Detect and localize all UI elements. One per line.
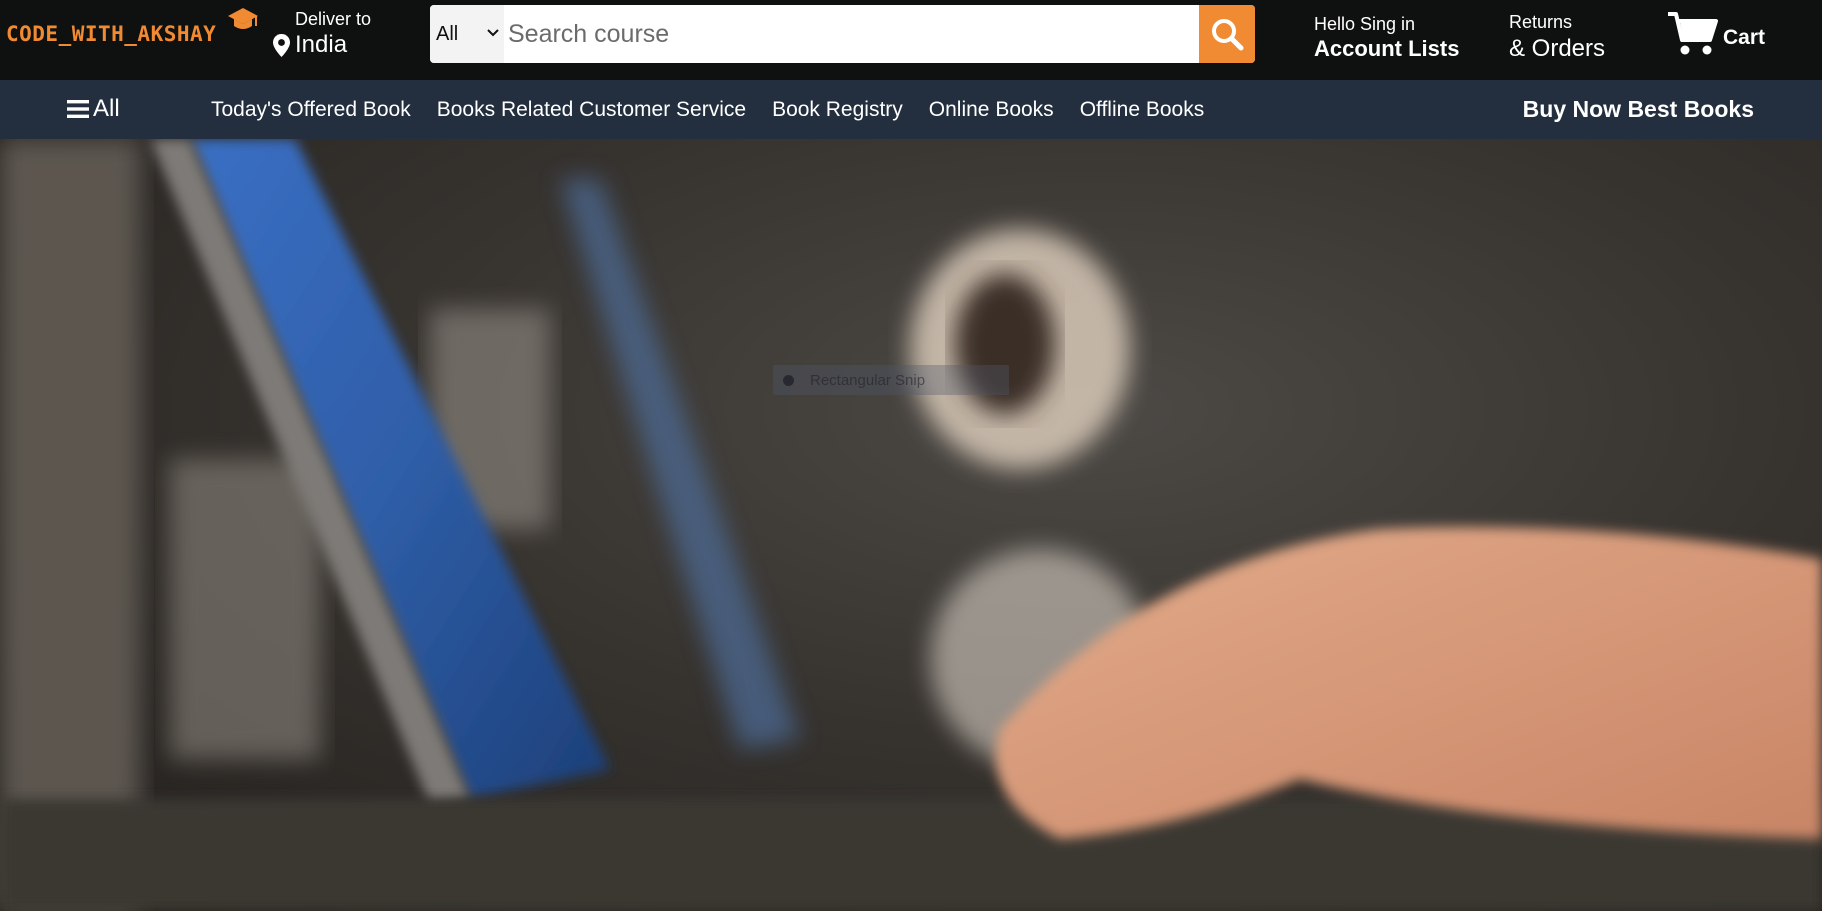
hero-banner: Rectangular Snip [0, 139, 1822, 911]
snip-label: Rectangular Snip [810, 371, 926, 389]
cart-icon [1668, 12, 1718, 55]
top-navbar: CODE_WITH_AKSHAY Deliver to India All Se… [0, 0, 1822, 80]
search-icon [1212, 19, 1244, 51]
account-lists: Account Lists [1314, 36, 1460, 61]
nav-link-offline-books[interactable]: Offline Books [1080, 98, 1205, 122]
account-greeting: Hello Sing in [1314, 14, 1416, 34]
account-menu[interactable]: Hello Sing in Account Lists [1314, 14, 1459, 62]
deliver-label: Deliver to [295, 9, 372, 29]
all-menu-button[interactable]: All [67, 95, 120, 123]
graduation-cap-icon [228, 8, 258, 29]
returns-orders[interactable]: Returns & Orders [1509, 12, 1605, 63]
search-input[interactable] [504, 5, 1199, 63]
search-category-value: All [436, 22, 459, 45]
orders-label: & Orders [1509, 35, 1606, 62]
all-menu-label: All [93, 95, 120, 122]
returns-label: Returns [1509, 12, 1573, 32]
snip-overlay: Rectangular Snip [773, 365, 1009, 395]
search-category-select[interactable]: All [430, 5, 504, 63]
buy-best-books-link[interactable]: Buy Now Best Books [1523, 96, 1754, 123]
deliver-to[interactable]: Deliver to India [272, 9, 371, 59]
chevron-down-icon [487, 29, 499, 37]
nav-link-online-books[interactable]: Online Books [929, 98, 1054, 122]
hero-photo [0, 139, 1822, 911]
search-button[interactable] [1199, 5, 1255, 63]
search-bar: All [430, 5, 1255, 63]
deliver-location: India [295, 31, 348, 58]
location-pin-icon [273, 33, 290, 57]
menu-icon [67, 100, 89, 118]
record-dot-icon [783, 374, 794, 386]
brand-logo[interactable]: CODE_WITH_AKSHAY [6, 22, 216, 46]
cart-label: Cart [1723, 26, 1766, 49]
subnav-links: Today's Offered Book Books Related Custo… [211, 98, 1204, 122]
sub-navbar: All Today's Offered Book Books Related C… [0, 80, 1822, 139]
cart-button[interactable]: Cart [1666, 10, 1765, 58]
nav-link-todays-offered-book[interactable]: Today's Offered Book [211, 98, 411, 122]
nav-link-customer-service[interactable]: Books Related Customer Service [437, 98, 746, 122]
nav-link-book-registry[interactable]: Book Registry [772, 98, 903, 122]
